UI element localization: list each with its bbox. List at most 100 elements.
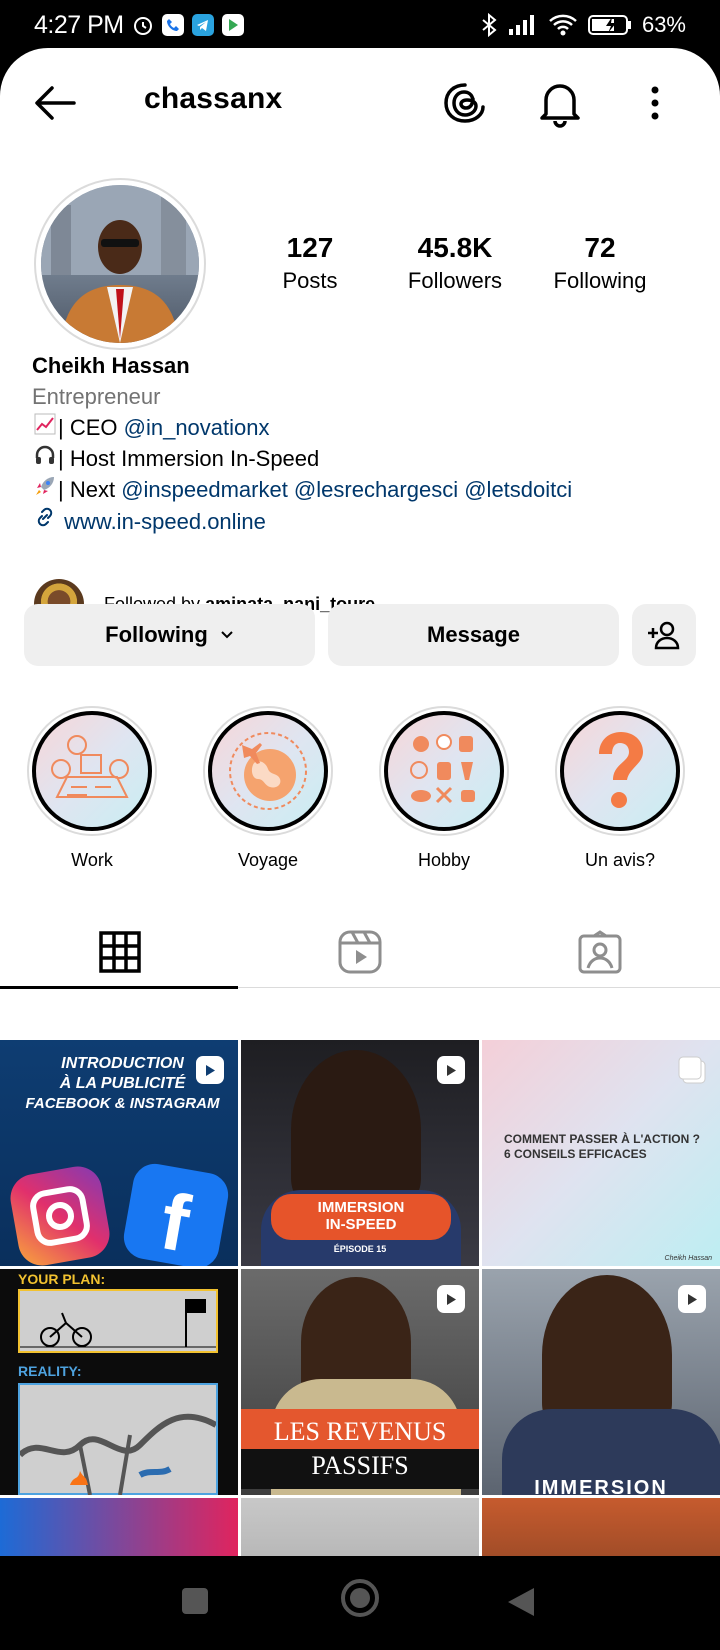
post-thumbnail[interactable] [482,1498,720,1560]
profile-username: chassanx [144,82,283,115]
post-text: PASSIFS [311,1451,409,1480]
notification-bell-icon[interactable] [536,78,584,128]
followers-label: Followers [407,268,503,293]
post-thumbnail[interactable]: INTRODUCTION À LA PUBLICITÉ FACEBOOK & I… [0,1040,238,1266]
link-icon [32,505,58,537]
profile-avatar[interactable] [34,178,206,350]
battery-icon [587,15,631,35]
highlight-work[interactable]: Work [26,706,158,871]
bio-line-next: | Next @inspeedmarket @lesrechargesci @l… [32,474,692,505]
home-icon[interactable] [340,1578,380,1618]
post-text: LES REVENUS [273,1417,447,1446]
globe-plane-icon [208,711,328,831]
followers-stat[interactable]: 45.8K Followers [385,232,525,294]
post-thumbnail[interactable]: LES REVENUS PASSIFS [241,1269,479,1495]
post-text: REALITY: [18,1363,82,1379]
content-tabs [0,916,720,989]
highlight-ring [27,706,157,836]
tab-tagged[interactable] [480,916,720,988]
highlight-label: Work [71,850,113,870]
following-stat[interactable]: 72 Following [530,232,670,294]
telegram-icon [191,14,214,36]
recent-apps-icon[interactable] [180,1586,210,1616]
profile-screen: chassanx 127 Posts 45.8K Followers 72 Fo… [0,48,720,1560]
posts-label: Posts [282,268,338,293]
bio-host-text: | Host Immersion In-Speed [58,446,320,471]
reality-illustration [17,1383,218,1495]
play-store-icon [221,14,244,36]
tagged-icon [578,930,622,974]
bio-next-text: | Next [58,477,122,502]
post-thumbnail[interactable]: IMMERSION [482,1269,720,1495]
highlight-voyage[interactable]: Voyage [202,706,334,871]
chart-up-icon [32,412,58,443]
bio-next-mentions[interactable]: @inspeedmarket @lesrechargesci @letsdoit… [121,477,572,502]
bio-website: www.in-speed.online [32,505,692,537]
back-arrow-icon[interactable] [30,78,80,128]
avatar-photo [41,185,199,343]
meeting-icon [32,711,152,831]
followers-count: 45.8K [417,232,493,263]
grid-icon [99,931,141,973]
post-text: FACEBOOK & INSTAGRAM [25,1095,220,1112]
tab-reels[interactable] [240,916,480,988]
highlight-un-avis[interactable]: Un avis? [554,706,686,871]
website-link[interactable]: www.in-speed.online [64,509,266,534]
reels-icon [338,930,382,974]
plan-illustration [18,1289,218,1353]
status-right: 63% [480,12,686,38]
alarm-icon [133,17,152,35]
chevron-down-icon [221,631,233,639]
reel-badge-icon [437,1056,465,1084]
highlight-ring [379,706,509,836]
more-options-icon[interactable] [640,78,670,128]
add-person-icon [648,621,680,650]
threads-icon[interactable] [440,78,490,128]
reel-badge-icon [678,1285,706,1313]
highlight-label: Hobby [417,850,471,870]
notification-icons [132,14,244,36]
bio-ceo-text: | CEO [58,415,124,440]
back-nav-icon[interactable] [506,1586,536,1618]
person-photo [291,1050,421,1210]
post-signature: Cheikh Hassan [664,1255,712,1262]
highlight-label: Voyage [237,850,299,870]
post-text: COMMENT PASSER À L'ACTION ? [504,1132,700,1146]
message-button-label: Message [427,622,520,647]
reel-badge-icon [437,1285,465,1313]
tab-posts-grid[interactable] [0,916,240,989]
status-bar: 4:27 PM 63% [0,0,720,50]
highlight-hobby[interactable]: Hobby [378,706,510,871]
post-text: YOUR PLAN: [18,1271,106,1287]
mention-in-novationx[interactable]: @in_novationx [124,415,270,440]
post-text: IMMERSION [534,1477,668,1495]
post-thumbnail[interactable] [0,1498,238,1560]
highlight-label: Un avis? [584,850,656,870]
posts-stat[interactable]: 127 Posts [240,232,380,294]
post-text: IMMERSION [317,1199,405,1216]
bluetooth-icon [482,13,497,37]
wifi-icon [549,14,577,36]
question-mark-icon [560,711,680,831]
post-thumbnail[interactable]: COMMENT PASSER À L'ACTION ? 6 CONSEILS E… [482,1040,720,1266]
highlight-ring [555,706,685,836]
message-button[interactable]: Message [328,604,619,666]
post-text: ÉPISODE 15 [333,1244,387,1254]
headphones-icon [32,443,58,474]
posts-count: 127 [286,232,334,263]
bio-line-host: | Host Immersion In-Speed [32,443,692,474]
top-bar: chassanx [0,48,720,158]
suggest-people-button[interactable] [632,604,696,666]
facebook-logo: f [120,1160,232,1266]
highlight-ring [203,706,333,836]
phone-app-icon [161,14,184,36]
profile-category: Entrepreneur [32,384,161,409]
profile-full-name: Cheikh Hassan [32,353,190,378]
post-thumbnail[interactable] [241,1498,479,1560]
post-text: 6 CONSEILS EFFICACES [504,1147,647,1161]
instagram-logo [6,1162,114,1266]
post-thumbnail[interactable]: IMMERSION IN-SPEED ÉPISODE 15 [241,1040,479,1266]
post-thumbnail[interactable]: YOUR PLAN: REALITY: [0,1269,238,1495]
battery-percent: 63% [641,12,686,37]
following-button[interactable]: Following [24,604,315,666]
